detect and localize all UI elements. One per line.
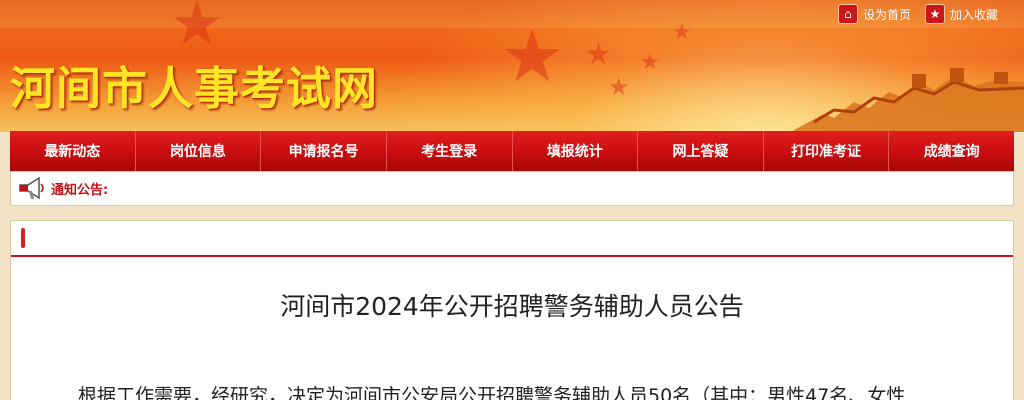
set-homepage-link[interactable]: ⌂ 设为首页: [837, 4, 911, 24]
main-nav: 最新动态 岗位信息 申请报名号 考生登录 填报统计 网上答疑 打印准考证 成绩查…: [10, 131, 1014, 171]
nav-item-candidate-login[interactable]: 考生登录: [387, 131, 513, 171]
decorative-star-icon: ★: [170, 0, 224, 59]
site-title: 河间市人事考试网: [10, 62, 379, 115]
add-favorite-link[interactable]: ★ 加入收藏: [924, 4, 998, 24]
decorative-star-icon: ★: [672, 20, 692, 45]
nav-item-positions[interactable]: 岗位信息: [136, 131, 262, 171]
panel-accent-bar: [21, 228, 25, 248]
set-homepage-label: 设为首页: [862, 7, 911, 22]
notice-label: 通知公告:: [51, 183, 109, 198]
nav-item-apply-number[interactable]: 申请报名号: [261, 131, 387, 171]
nav-item-latest-news[interactable]: 最新动态: [10, 131, 136, 171]
add-favorite-label: 加入收藏: [949, 7, 998, 22]
article-title: 河间市2024年公开招聘警务辅助人员公告: [280, 292, 744, 321]
header-banner: ★ ★ ★ ★ ★ ★ ⌂ 设为首页 ★ 加入收藏 河间市人事考试网: [0, 0, 1024, 132]
panel-header: [11, 221, 1013, 257]
nav-item-qa[interactable]: 网上答疑: [638, 131, 764, 171]
decorative-star-icon: ★: [640, 50, 660, 75]
top-links: ⌂ 设为首页 ★ 加入收藏: [837, 4, 998, 24]
nav-item-stats[interactable]: 填报统计: [513, 131, 639, 171]
article-first-line: 根据工作需要，经研究，决定为河间市公安局公开招聘警务辅助人员50名（其中：男性4…: [78, 385, 906, 400]
notice-bar: 通知公告:: [10, 171, 1014, 206]
nav-item-score-query[interactable]: 成绩查询: [889, 131, 1014, 171]
star-icon: ★: [924, 4, 945, 24]
decorative-star-icon: ★: [585, 37, 612, 72]
great-wall-illustration: [794, 68, 1024, 132]
nav-item-print-admission[interactable]: 打印准考证: [764, 131, 890, 171]
megaphone-icon: [19, 176, 44, 199]
article-panel: 河间市2024年公开招聘警务辅助人员公告 根据工作需要，经研究，决定为河间市公安…: [10, 220, 1014, 400]
decorative-star-icon: ★: [500, 14, 565, 98]
decorative-star-icon: ★: [608, 73, 630, 101]
home-icon: ⌂: [837, 4, 858, 24]
